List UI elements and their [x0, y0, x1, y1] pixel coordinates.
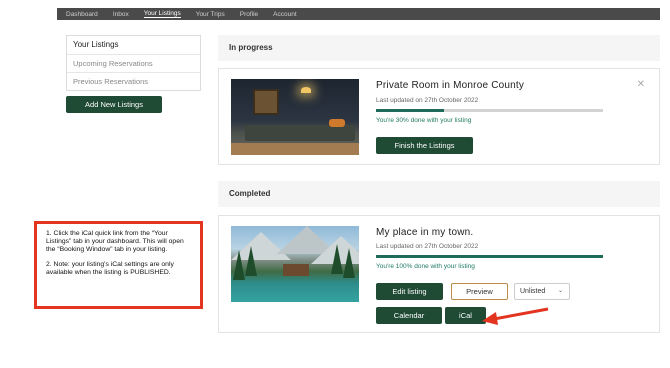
status-select-value: Unlisted: [520, 288, 546, 295]
listing-card-in-progress: Private Room in Monroe County Last updat…: [218, 68, 660, 165]
progress-bar-fill: [376, 255, 603, 258]
nav-your-trips[interactable]: Your Trips: [196, 11, 225, 18]
sidebar-item-your-listings[interactable]: Your Listings: [67, 36, 200, 54]
nav-account[interactable]: Account: [273, 11, 297, 18]
instruction-callout: 1. Click the iCal quick link from the “Y…: [34, 221, 203, 309]
sidebar: Your Listings Upcoming Reservations Prev…: [66, 35, 201, 91]
sidebar-item-previous-reservations[interactable]: Previous Reservations: [67, 72, 200, 90]
last-updated-text: Last updated on 27th October 2022: [376, 97, 479, 104]
red-arrow-icon: [482, 307, 549, 325]
preview-button[interactable]: Preview: [451, 283, 508, 300]
progress-bar: [376, 109, 603, 112]
close-icon[interactable]: ✕: [637, 79, 645, 90]
finish-listing-button[interactable]: Finish the Listings: [376, 137, 473, 154]
completed-heading: Completed: [218, 181, 660, 207]
listing-title[interactable]: My place in my town.: [376, 227, 473, 238]
chevron-down-icon: ⌄: [557, 288, 563, 294]
callout-note-2: 2. Note: your listing's iCal settings ar…: [46, 261, 174, 276]
listing-card-completed: My place in my town. Last updated on 27t…: [218, 215, 660, 333]
progress-bar: [376, 255, 603, 258]
in-progress-heading: In progress: [218, 35, 660, 61]
room-photo[interactable]: [231, 79, 359, 155]
progress-text: You're 100% done with your listing: [376, 263, 475, 270]
callout-note-1: 1. Click the iCal quick link from the “Y…: [46, 230, 184, 253]
edit-listing-button[interactable]: Edit listing: [376, 283, 443, 300]
nav-your-listings[interactable]: Your Listings: [143, 10, 181, 18]
lake-photo[interactable]: [231, 226, 359, 302]
nav-dashboard[interactable]: Dashboard: [66, 11, 98, 18]
nav-inbox[interactable]: Inbox: [113, 11, 129, 18]
progress-bar-fill: [376, 109, 445, 112]
top-nav: Dashboard Inbox Your Listings Your Trips…: [57, 8, 660, 20]
calendar-button[interactable]: Calendar: [376, 307, 442, 324]
listing-title[interactable]: Private Room in Monroe County: [376, 80, 524, 91]
last-updated-text: Last updated on 27th October 2022: [376, 243, 479, 250]
sidebar-item-upcoming-reservations[interactable]: Upcoming Reservations: [67, 54, 200, 72]
status-select[interactable]: Unlisted ⌄: [514, 283, 570, 300]
progress-text: You're 30% done with your listing: [376, 117, 472, 124]
nav-profile[interactable]: Profile: [240, 11, 258, 18]
add-new-listing-button[interactable]: Add New Listings: [66, 96, 162, 113]
